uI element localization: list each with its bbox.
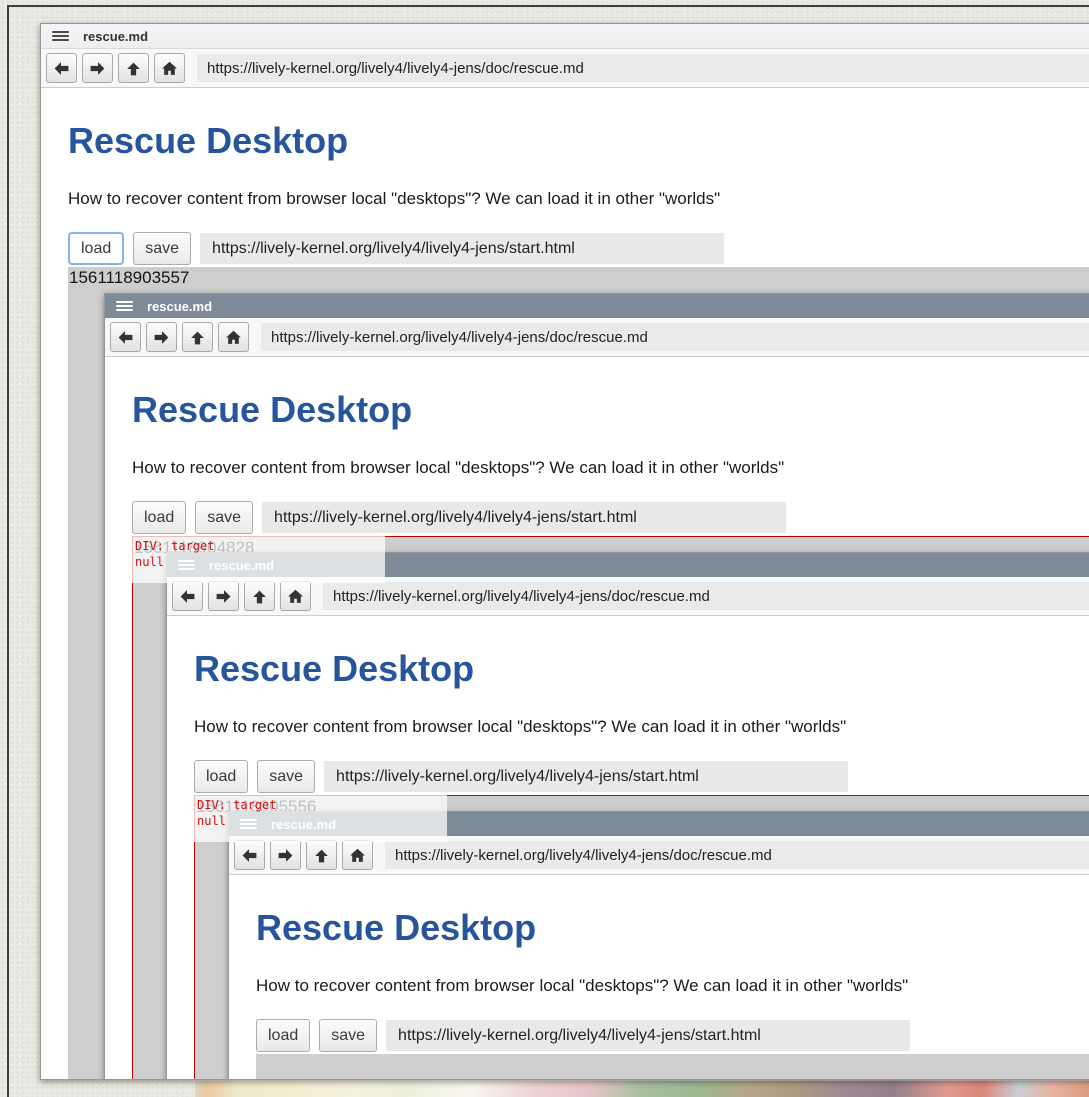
load-button[interactable]: load [194,760,248,793]
intro-paragraph: How to recover content from browser loca… [194,715,1089,738]
arrow-right-icon [89,60,106,77]
arrow-left-icon [53,60,70,77]
page-content: Rescue Desktop How to recover content fr… [167,616,1089,1079]
arrow-up-icon [189,329,206,346]
hamburger-icon[interactable] [52,29,69,43]
start-url-input[interactable] [200,233,724,264]
page-content: Rescue Desktop How to recover content fr… [105,357,1089,1079]
arrow-up-icon [313,847,330,864]
back-button[interactable] [234,840,265,870]
page-title: Rescue Desktop [194,648,1089,689]
arrow-up-icon [251,588,268,605]
hamburger-icon[interactable] [116,299,133,313]
up-button[interactable] [244,581,275,611]
load-save-row: load save [132,501,1089,534]
page-title: Rescue Desktop [68,120,1089,161]
intro-paragraph: How to recover content from browser loca… [256,974,1089,997]
browser-window-3: rescue.md Rescue Desktop [166,552,1089,1079]
desktop-wallpaper [195,1079,1089,1097]
forward-button[interactable] [146,322,177,352]
save-button[interactable]: save [133,232,191,265]
desktop-container: 1561118903557 rescue.md Rescue Desktop H… [68,267,1089,1079]
inspector-value-line: null [197,813,447,829]
home-button[interactable] [218,322,249,352]
save-button[interactable]: save [195,501,253,534]
browser-window-1: rescue.md Rescue Desktop How to recover … [40,23,1089,1080]
start-url-input[interactable] [324,761,848,792]
arrow-left-icon [241,847,258,864]
load-save-row: load save [194,760,1089,793]
page-title: Rescue Desktop [132,389,1089,430]
load-button[interactable]: load [132,501,186,534]
window-frame-left-edge [7,6,9,1097]
url-input[interactable] [261,323,1089,351]
load-button[interactable]: load [256,1019,310,1052]
home-icon [225,329,242,346]
desktop-timestamp: 1561118903557 [68,267,1089,289]
arrow-right-icon [153,329,170,346]
inspector-overlay: DIV: target null [132,536,385,583]
back-button[interactable] [110,322,141,352]
browser-window-4: rescue.md [228,811,1089,1079]
save-button[interactable]: save [319,1019,377,1052]
home-icon [161,60,178,77]
arrow-left-icon [117,329,134,346]
inspector-target-line: DIV: target [197,797,447,813]
arrow-up-icon [125,60,142,77]
page-content: Rescue Desktop How to recover content fr… [229,875,1089,1079]
start-url-input[interactable] [262,502,786,533]
up-button[interactable] [118,53,149,83]
back-button[interactable] [172,581,203,611]
url-input[interactable] [385,841,1089,869]
start-url-input[interactable] [386,1020,910,1051]
intro-paragraph: How to recover content from browser loca… [132,456,1089,479]
url-input[interactable] [197,54,1089,82]
forward-button[interactable] [270,840,301,870]
page-title: Rescue Desktop [256,907,1089,948]
forward-button[interactable] [208,581,239,611]
titlebar[interactable]: rescue.md [105,294,1089,318]
window-title: rescue.md [147,299,212,314]
intro-paragraph: How to recover content from browser loca… [68,187,1089,210]
window-title: rescue.md [83,29,148,44]
url-input[interactable] [323,582,1089,610]
up-button[interactable] [306,840,337,870]
home-button[interactable] [154,53,185,83]
home-icon [287,588,304,605]
home-button[interactable] [280,581,311,611]
load-save-row: load save [256,1019,1089,1052]
load-button[interactable]: load [68,232,124,265]
inspector-overlay: DIV: target null [194,795,447,842]
inspector-target-line: DIV: target [135,538,385,554]
nav-toolbar [41,49,1089,88]
forward-button[interactable] [82,53,113,83]
back-button[interactable] [46,53,77,83]
home-icon [349,847,366,864]
desktop-container: 1561118905556 rescue.md [194,795,1089,1079]
browser-window-2: rescue.md Rescue Desktop How to recover … [104,293,1089,1079]
up-button[interactable] [182,322,213,352]
inspector-value-line: null [135,554,385,570]
page-content: Rescue Desktop How to recover content fr… [41,88,1089,1079]
arrow-right-icon [215,588,232,605]
window-frame-top-edge [7,5,1089,7]
desktop-container: 1561118904828 rescue.md [132,536,1089,1079]
arrow-right-icon [277,847,294,864]
desktop-container [256,1054,1089,1079]
titlebar[interactable]: rescue.md [41,24,1089,49]
home-button[interactable] [342,840,373,870]
load-save-row: load save [68,232,1089,265]
save-button[interactable]: save [257,760,315,793]
nav-toolbar [105,318,1089,357]
arrow-left-icon [179,588,196,605]
